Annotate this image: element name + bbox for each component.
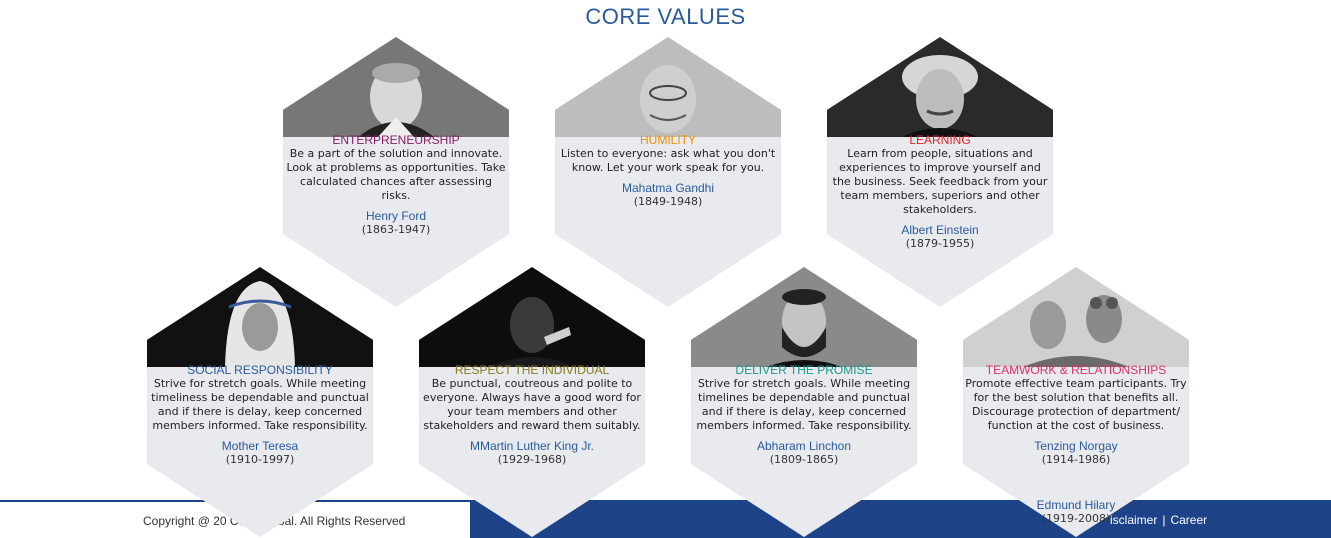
portrait-henry-ford-icon [283,37,509,137]
person-name: Edmund Hilary [1036,498,1116,512]
value-description: Strive for stretch goals. While meeting … [151,377,369,432]
value-description: Be a part of the solution and innovate. … [286,147,506,202]
person-years: (1919-2008) [1041,512,1111,525]
person-years: (1863-1947) [361,223,431,236]
person-name: Abharam Linchon [756,439,852,453]
person-name: MMartin Luther King Jr. [469,439,595,453]
portrait-mother-teresa-icon [147,267,373,367]
teamwork-second-person: Edmund Hilary (1919-2008) [963,498,1189,525]
value-description: Strive for stretch goals. While meeting … [696,377,912,432]
portrait-lincoln-icon [691,267,917,367]
person-years: (1929-1968) [497,453,567,466]
person-name: Mother Teresa [221,439,299,453]
value-description: Promote effective team participants. Try… [965,377,1187,432]
person-years: (1914-1986) [1041,453,1111,466]
person-years: (1910-1997) [225,453,295,466]
person-name: Mahatma Gandhi [621,181,715,195]
value-title: HUMILITY [639,133,696,147]
page-title: CORE VALUES [585,4,746,29]
value-card-respect-the-individual: RESPECT THE INDIVIDUAL Be punctual, cout… [419,267,645,537]
person-name: Albert Einstein [901,223,979,237]
person-years: (1879-1955) [905,237,975,250]
value-description: Listen to everyone: ask what you don't k… [560,147,776,174]
person-name: Tenzing Norgay [1034,439,1118,453]
value-card-entrepreneurship: ENTERPRENEURSHIP Be a part of the soluti… [283,37,509,307]
value-title: SOCIAL RESPONSIBILITY [187,363,333,377]
value-title: DELIVER THE PROMISE [735,363,873,377]
value-description: Be punctual, coutreous and polite to eve… [423,377,641,432]
portrait-mlk-icon [419,267,645,367]
value-card-social-responsibility: SOCIAL RESPONSIBILITY Strive for stretch… [147,267,373,537]
value-card-humility: HUMILITY Listen to everyone: ask what yo… [555,37,781,307]
portrait-tenzing-hillary-icon [963,267,1189,367]
portrait-gandhi-icon [555,37,781,137]
value-card-teamwork-relationships: TEAMWORK & RELATIONSHIPS Promote effecti… [963,267,1189,537]
person-name: Henry Ford [365,209,427,223]
person-years: (1849-1948) [633,195,703,208]
value-card-deliver-the-promise: DELIVER THE PROMISE Strive for stretch g… [691,267,917,537]
value-card-learning: LEARNING Learn from people, situations a… [827,37,1053,307]
value-title: TEAMWORK & RELATIONSHIPS [985,363,1167,377]
portrait-einstein-icon [827,37,1053,137]
value-title: ENTERPRENEURSHIP [332,133,460,147]
value-title: RESPECT THE INDIVIDUAL [454,363,610,377]
value-title: LEARNING [909,133,971,147]
person-years: (1809-1865) [769,453,839,466]
value-description: Learn from people, situations and experi… [832,147,1048,216]
